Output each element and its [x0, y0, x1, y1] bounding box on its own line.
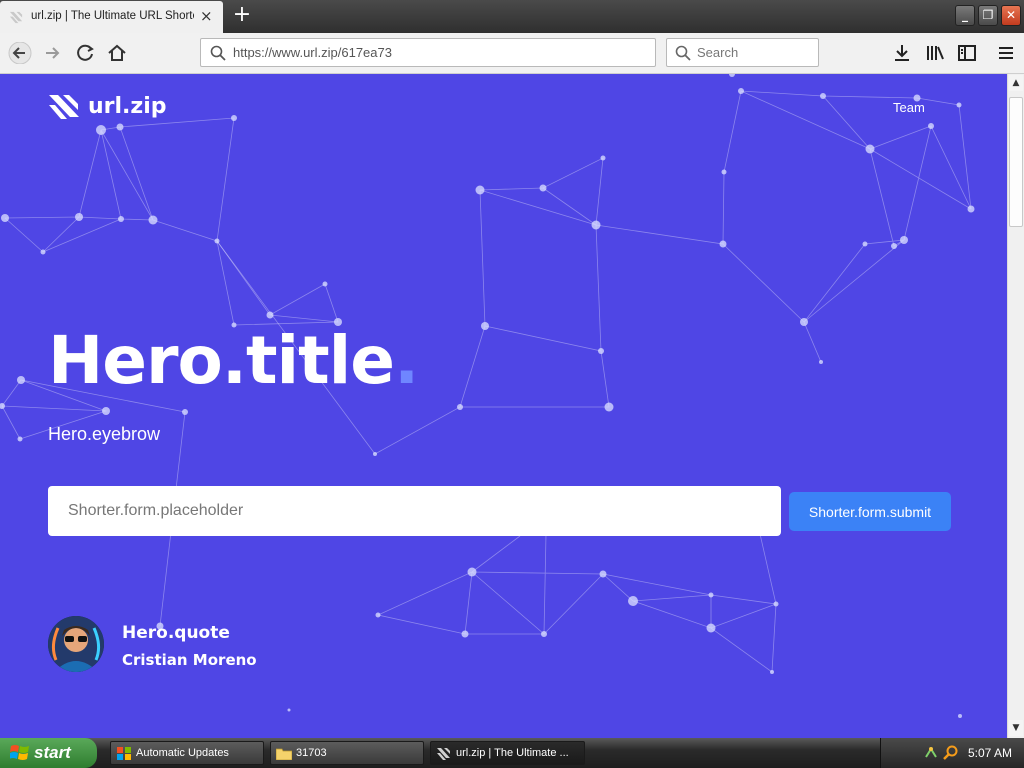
tab-title: url.zip | The Ultimate URL Shortener: [31, 10, 194, 22]
shorten-url-input[interactable]: [48, 486, 781, 536]
start-button[interactable]: start: [0, 738, 97, 768]
shorten-submit-button[interactable]: Shorter.form.submit: [789, 492, 951, 531]
search-bar[interactable]: Search: [666, 38, 819, 67]
new-tab-button[interactable]: +: [231, 4, 253, 26]
logo-text[interactable]: url.zip: [88, 94, 167, 119]
hero-quote-author: Cristian Moreno: [122, 651, 257, 669]
taskbar-clock: 5:07 AM: [968, 746, 1013, 760]
home-icon[interactable]: [105, 42, 129, 64]
tab-close-icon[interactable]: ×: [200, 9, 213, 24]
hero-eyebrow: Hero.eyebrow: [48, 424, 161, 444]
taskbar-item-folder[interactable]: 31703: [270, 741, 424, 765]
hero-quote: Hero.quote: [122, 623, 230, 643]
start-label: start: [34, 743, 71, 762]
address-url: https://www.url.zip/617ea73: [233, 45, 392, 60]
reload-icon[interactable]: [74, 42, 98, 64]
hero-title: Hero.title.: [48, 322, 419, 399]
windows-update-icon: [117, 747, 131, 760]
search-placeholder: Search: [697, 45, 739, 60]
windows-taskbar: start Automatic Updates 31703 url.zip | …: [0, 738, 1024, 768]
scrollbar-thumb[interactable]: [1009, 97, 1023, 227]
browser-titlebar: url.zip | The Ultimate URL Shortener × +…: [0, 0, 1024, 33]
address-bar[interactable]: https://www.url.zip/617ea73: [200, 38, 656, 67]
sidebar-icon[interactable]: [955, 42, 979, 64]
page-scrollbar[interactable]: ▲ ▼: [1007, 74, 1024, 738]
search-icon: [210, 45, 226, 61]
minimize-button[interactable]: _: [955, 5, 975, 26]
search-tray-icon[interactable]: [943, 745, 959, 761]
taskbar-item-automatic-updates[interactable]: Automatic Updates: [110, 741, 264, 765]
restore-button[interactable]: ❐: [978, 5, 998, 26]
search-icon: [675, 45, 691, 61]
page-viewport: url.zip Team Hero.title. Hero.eyebrow Sh…: [0, 74, 1007, 738]
browser-navbar: https://www.url.zip/617ea73 Search: [0, 33, 1024, 74]
close-window-button[interactable]: ✕: [1001, 5, 1021, 26]
nav-team-link[interactable]: Team: [893, 100, 925, 115]
folder-icon: [276, 748, 292, 760]
forward-arrow-icon[interactable]: [41, 42, 65, 64]
menu-icon[interactable]: [994, 42, 1018, 64]
avatar-portrait-icon: [48, 616, 104, 672]
avatar: [48, 616, 104, 672]
url-zip-favicon-icon: [437, 748, 450, 760]
taskbar-item-browser[interactable]: url.zip | The Ultimate ...: [430, 741, 585, 765]
back-arrow-icon[interactable]: [8, 42, 32, 64]
taskbar-item-label: 31703: [296, 747, 327, 759]
network-icon[interactable]: [923, 745, 939, 761]
windows-logo-icon: [10, 745, 29, 760]
library-icon[interactable]: [923, 42, 947, 64]
url-zip-logo-icon[interactable]: [49, 91, 79, 123]
system-tray: 5:07 AM: [880, 738, 1024, 768]
taskbar-item-label: Automatic Updates: [136, 747, 229, 759]
scroll-up-arrow-icon[interactable]: ▲: [1009, 75, 1023, 91]
scroll-down-arrow-icon[interactable]: ▼: [1009, 720, 1023, 736]
browser-tab[interactable]: url.zip | The Ultimate URL Shortener ×: [0, 1, 223, 33]
url-zip-favicon-icon: [9, 11, 23, 24]
taskbar-item-label: url.zip | The Ultimate ...: [456, 747, 569, 759]
download-icon[interactable]: [890, 42, 914, 64]
hero-title-dot: .: [394, 322, 419, 399]
